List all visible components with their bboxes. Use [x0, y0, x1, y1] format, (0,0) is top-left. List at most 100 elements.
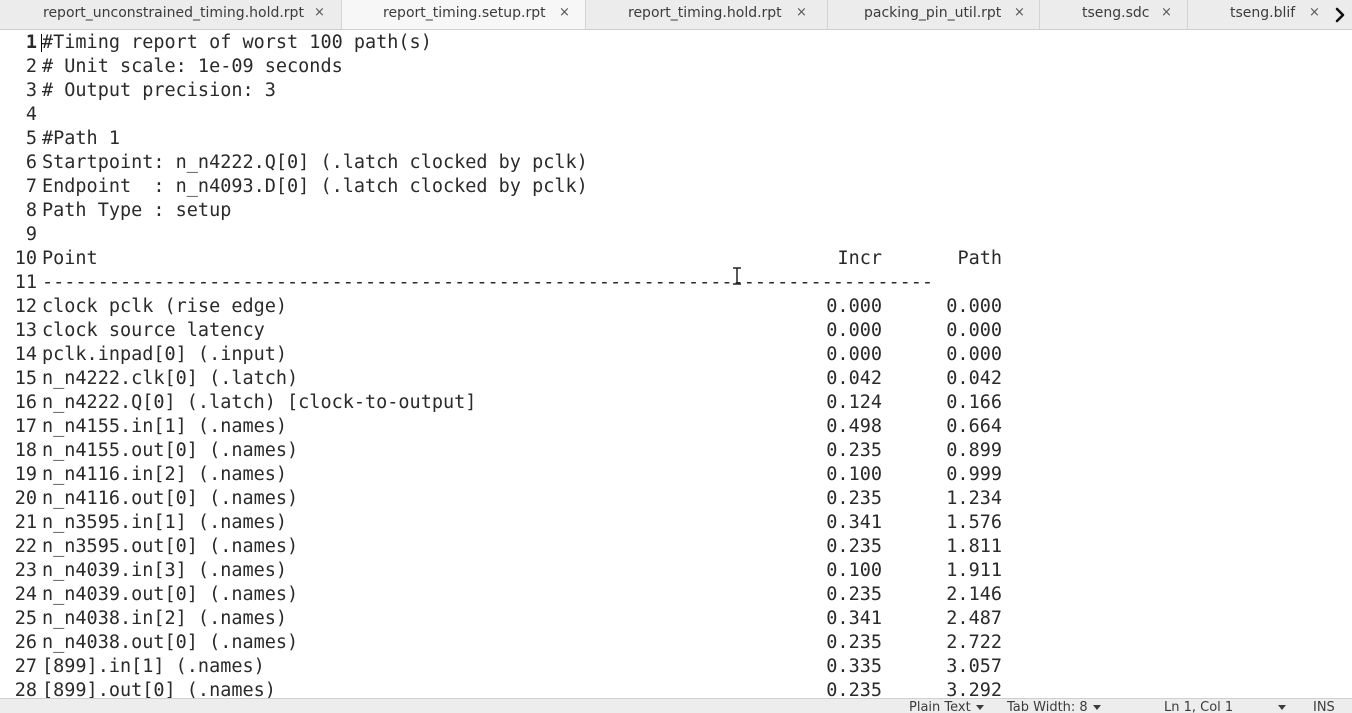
- path-value: 1.911: [946, 560, 1002, 581]
- line-number: 18: [14, 440, 37, 461]
- column-header-path: Path: [957, 248, 1002, 269]
- incr-value: 0.498: [826, 416, 882, 437]
- tab-report-timing-setup[interactable]: report_timing.setup.rpt ×: [342, 0, 586, 29]
- code-line: 2 # Unit scale: 1e-09 seconds: [0, 55, 1352, 79]
- line-number: 13: [14, 320, 37, 341]
- line-text: Endpoint : n_n4093.D[0] (.latch clocked …: [42, 176, 588, 197]
- timing-row: 15 n_n4222.clk[0] (.latch) 0.042 0.042: [0, 367, 1352, 391]
- timing-row: 19 n_n4116.in[2] (.names) 0.100 0.999: [0, 463, 1352, 487]
- tab-label: report_unconstrained_timing.hold.rpt: [43, 5, 304, 21]
- point-name: n_n4039.out[0] (.names): [42, 584, 299, 605]
- tab-report-timing-hold[interactable]: report_timing.hold.rpt ×: [586, 0, 828, 29]
- timing-row: 13 clock source latency 0.000 0.000: [0, 319, 1352, 343]
- tab-width-selector[interactable]: Tab Width: 8: [1007, 700, 1101, 713]
- point-name: n_n4038.out[0] (.names): [42, 632, 299, 653]
- timing-row: 23 n_n4039.in[3] (.names) 0.100 1.911: [0, 559, 1352, 583]
- line-number: 10: [14, 248, 37, 269]
- point-name: pclk.inpad[0] (.input): [42, 344, 288, 365]
- path-value: 0.000: [946, 320, 1002, 341]
- incr-value: 0.000: [826, 344, 882, 365]
- incr-value: 0.235: [826, 584, 882, 605]
- code-line: 6 Startpoint: n_n4222.Q[0] (.latch clocke…: [0, 151, 1352, 175]
- incr-value: 0.341: [826, 512, 882, 533]
- close-icon[interactable]: ×: [314, 5, 325, 20]
- text-editor-window: report_unconstrained_timing.hold.rpt × r…: [0, 0, 1352, 713]
- line-number: 14: [14, 344, 37, 365]
- cursor-position[interactable]: Ln 1, Col 1: [1164, 700, 1233, 713]
- path-value: 0.999: [946, 464, 1002, 485]
- insert-mode-indicator[interactable]: INS: [1313, 700, 1335, 713]
- table-header-line: 10 Point Incr Path: [0, 247, 1352, 271]
- tab-label: tseng.blif: [1230, 5, 1296, 21]
- path-value: 3.057: [946, 656, 1002, 677]
- incr-value: 0.235: [826, 536, 882, 557]
- chevron-right-icon: [1335, 7, 1345, 22]
- chevron-down-icon: [1278, 705, 1286, 710]
- timing-row: 17 n_n4155.in[1] (.names) 0.498 0.664: [0, 415, 1352, 439]
- path-value: 0.166: [946, 392, 1002, 413]
- close-icon[interactable]: ×: [559, 5, 570, 20]
- incr-value: 0.235: [826, 488, 882, 509]
- timing-row: 16 n_n4222.Q[0] (.latch) [clock-to-output…: [0, 391, 1352, 415]
- timing-row: 26 n_n4038.out[0] (.names) 0.235 2.722: [0, 631, 1352, 655]
- line-text: Startpoint: n_n4222.Q[0] (.latch clocked…: [42, 152, 588, 173]
- line-number: 22: [14, 536, 37, 557]
- point-name: n_n3595.in[1] (.names): [42, 512, 288, 533]
- path-value: 2.722: [946, 632, 1002, 653]
- line-number: 21: [14, 512, 37, 533]
- line-number: 4: [25, 104, 37, 125]
- line-number: 15: [14, 368, 37, 389]
- close-icon[interactable]: ×: [1309, 5, 1320, 20]
- tab-tseng-blif[interactable]: tseng.blif ×: [1188, 0, 1328, 29]
- line-text: # Unit scale: 1e-09 seconds: [42, 56, 343, 77]
- tab-packing-pin-util[interactable]: packing_pin_util.rpt ×: [828, 0, 1040, 29]
- incr-value: 0.341: [826, 608, 882, 629]
- code-line: 8 Path Type : setup: [0, 199, 1352, 223]
- path-value: 2.487: [946, 608, 1002, 629]
- line-number: 23: [14, 560, 37, 581]
- point-name: n_n4116.in[2] (.names): [42, 464, 288, 485]
- column-header-point: Point: [42, 248, 98, 269]
- code-line: 3 # Output precision: 3: [0, 79, 1352, 103]
- tab-report-unconstrained-timing-hold[interactable]: report_unconstrained_timing.hold.rpt ×: [0, 0, 342, 29]
- line-number: 19: [14, 464, 37, 485]
- path-value: 3.292: [946, 680, 1002, 698]
- line-number: 25: [14, 608, 37, 629]
- close-icon[interactable]: ×: [1161, 5, 1172, 20]
- line-number: 1: [25, 32, 37, 53]
- close-icon[interactable]: ×: [1014, 5, 1025, 20]
- incr-value: 0.000: [826, 320, 882, 341]
- point-name: n_n4155.in[1] (.names): [42, 416, 288, 437]
- point-name: n_n4039.in[3] (.names): [42, 560, 288, 581]
- incr-value: 0.100: [826, 560, 882, 581]
- point-name: n_n4222.Q[0] (.latch) [clock-to-output]: [42, 392, 477, 413]
- line-number: 9: [25, 224, 37, 245]
- path-value: 0.000: [946, 296, 1002, 317]
- line-number: 7: [25, 176, 37, 197]
- tab-label: packing_pin_util.rpt: [864, 5, 1002, 21]
- line-number: 2: [25, 56, 37, 77]
- line-number: 16: [14, 392, 37, 413]
- line-number: 11: [14, 272, 37, 293]
- cursor-position-dropdown[interactable]: [1273, 700, 1286, 713]
- timing-row: 22 n_n3595.out[0] (.names) 0.235 1.811: [0, 535, 1352, 559]
- point-name: n_n4116.out[0] (.names): [42, 488, 299, 509]
- line-number: 12: [14, 296, 37, 317]
- tab-scroll-right-button[interactable]: [1328, 0, 1352, 29]
- line-number: 27: [14, 656, 37, 677]
- timing-row: 12 clock pclk (rise edge) 0.000 0.000: [0, 295, 1352, 319]
- line-number: 8: [25, 200, 37, 221]
- path-value: 0.000: [946, 344, 1002, 365]
- point-name: [899].in[1] (.names): [42, 656, 265, 677]
- language-selector[interactable]: Plain Text: [909, 700, 984, 713]
- timing-row: 28 [899].out[0] (.names) 0.235 3.292: [0, 679, 1352, 698]
- line-text: #Path 1: [42, 128, 120, 149]
- tab-tseng-sdc[interactable]: tseng.sdc ×: [1040, 0, 1188, 29]
- timing-row: 24 n_n4039.out[0] (.names) 0.235 2.146: [0, 583, 1352, 607]
- point-name: n_n4222.clk[0] (.latch): [42, 368, 299, 389]
- line-text: # Output precision: 3: [42, 80, 276, 101]
- text-editor-area[interactable]: 1 #Timing report of worst 100 path(s) 2 # U…: [0, 30, 1352, 698]
- text-caret: [41, 34, 42, 52]
- close-icon[interactable]: ×: [796, 5, 807, 20]
- timing-row: 21 n_n3595.in[1] (.names) 0.341 1.576: [0, 511, 1352, 535]
